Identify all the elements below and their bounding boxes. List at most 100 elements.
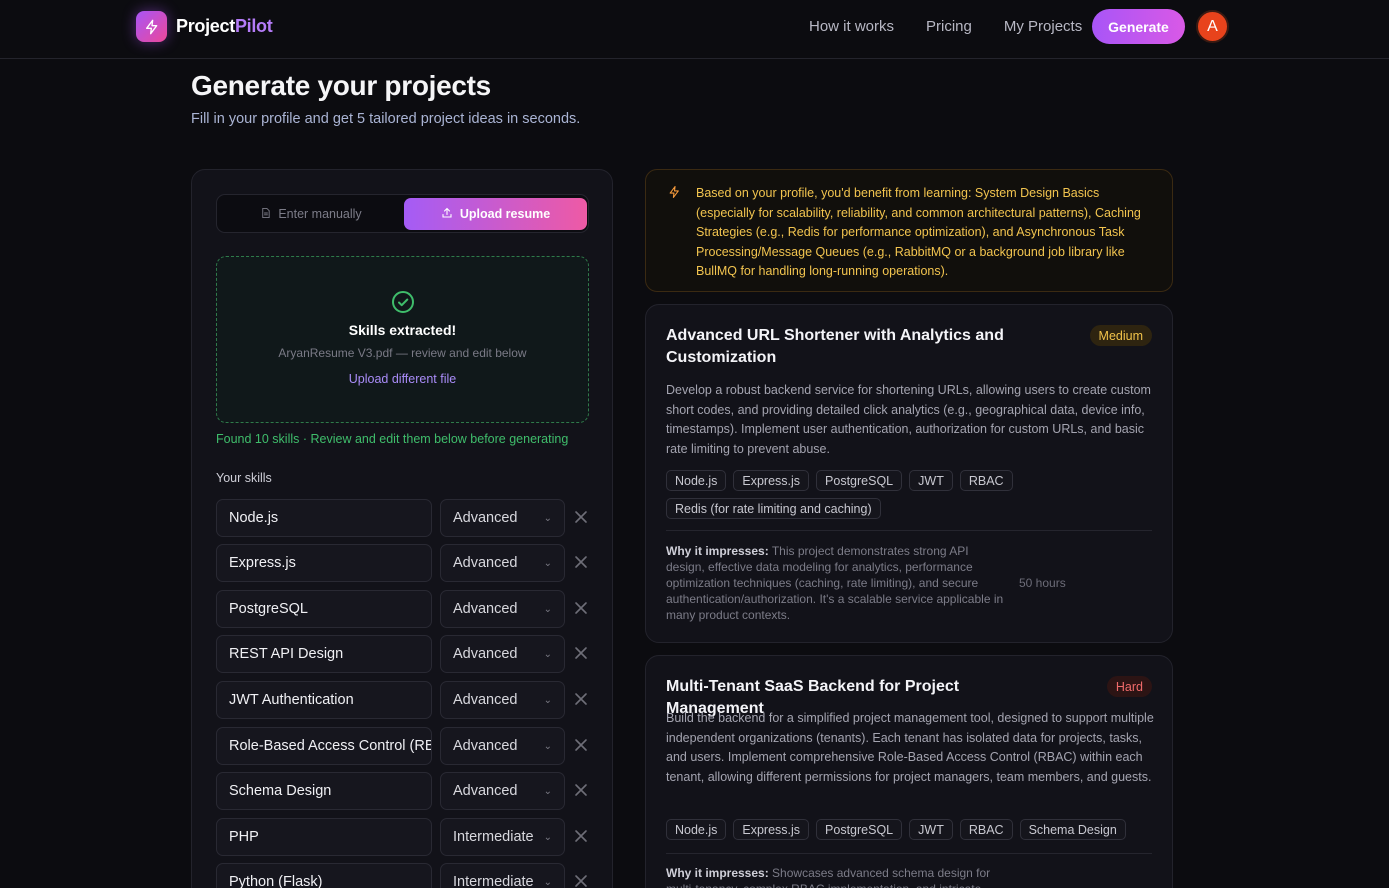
skill-level-select[interactable]: Intermediate ⌄ bbox=[440, 863, 565, 888]
close-icon[interactable] bbox=[574, 874, 588, 888]
project-description: Develop a robust backend service for sho… bbox=[666, 383, 1151, 456]
learning-suggestion-text: Based on your profile, you'd benefit fro… bbox=[696, 186, 1141, 278]
skill-row: Express.js Advanced ⌄ bbox=[216, 544, 596, 582]
why-label: Why it impresses: bbox=[666, 544, 769, 558]
resume-dropzone[interactable]: Skills extracted! AryanResume V3.pdf — r… bbox=[216, 256, 589, 423]
tech-tag: PostgreSQL bbox=[816, 470, 903, 491]
skill-level-select[interactable]: Advanced ⌄ bbox=[440, 635, 565, 673]
close-icon[interactable] bbox=[574, 601, 588, 615]
skill-name-input[interactable]: JWT Authentication bbox=[216, 681, 432, 719]
skill-level-select[interactable]: Advanced ⌄ bbox=[440, 544, 565, 582]
chevron-down-icon: ⌄ bbox=[543, 785, 552, 797]
skill-name-input[interactable]: Role-Based Access Control (RBAC) bbox=[216, 727, 432, 765]
skill-level-select[interactable]: Advanced ⌄ bbox=[440, 772, 565, 810]
skill-name-input[interactable]: PHP bbox=[216, 818, 432, 856]
skills-label: Your skills bbox=[216, 471, 272, 485]
tech-tag: Node.js bbox=[666, 470, 727, 491]
nav-link-how-it-works[interactable]: How it works bbox=[809, 18, 894, 35]
upload-icon bbox=[441, 207, 453, 222]
tech-tag: Schema Design bbox=[1019, 819, 1126, 840]
page-subtitle: Fill in your profile and get 5 tailored … bbox=[191, 111, 581, 127]
chevron-down-icon: ⌄ bbox=[543, 876, 552, 888]
skill-name-input[interactable]: PostgreSQL bbox=[216, 590, 432, 628]
logo[interactable]: ProjectPilot bbox=[136, 11, 273, 42]
skill-row: REST API Design Advanced ⌄ bbox=[216, 635, 596, 673]
skill-row: Role-Based Access Control (RBAC) Advance… bbox=[216, 727, 596, 765]
logo-text-first: Project bbox=[176, 16, 235, 36]
project-card[interactable]: Multi-Tenant SaaS Backend for Project Ma… bbox=[645, 655, 1173, 888]
tech-tag: RBAC bbox=[959, 819, 1013, 840]
learning-suggestion: Based on your profile, you'd benefit fro… bbox=[645, 169, 1173, 292]
close-icon[interactable] bbox=[574, 692, 588, 706]
difficulty-badge: Hard bbox=[1106, 676, 1152, 697]
skill-level-value: Advanced bbox=[453, 692, 518, 708]
project-description: Build the backend for a simplified proje… bbox=[666, 711, 1154, 784]
profile-panel: Enter manually Upload resume Skills extr… bbox=[191, 169, 613, 888]
divider bbox=[666, 530, 1152, 531]
chevron-down-icon: ⌄ bbox=[543, 512, 552, 524]
close-icon[interactable] bbox=[574, 829, 588, 843]
estimated-hours: 50 hours bbox=[1019, 576, 1066, 590]
tech-tag: Redis (for rate limiting and caching) bbox=[666, 498, 881, 519]
skill-row: PHP Intermediate ⌄ bbox=[216, 818, 596, 856]
tab-upload-resume[interactable]: Upload resume bbox=[404, 198, 587, 230]
skill-row: JWT Authentication Advanced ⌄ bbox=[216, 681, 596, 719]
skill-level-select[interactable]: Advanced ⌄ bbox=[440, 727, 565, 765]
check-circle-icon bbox=[391, 290, 415, 319]
skill-level-select[interactable]: Advanced ⌄ bbox=[440, 590, 565, 628]
divider bbox=[666, 853, 1152, 854]
tab-upload-resume-label: Upload resume bbox=[459, 207, 551, 221]
chevron-down-icon: ⌄ bbox=[543, 740, 552, 752]
tech-tag: JWT bbox=[909, 470, 953, 491]
tech-tag: PostgreSQL bbox=[816, 819, 903, 840]
skill-level-value: Intermediate bbox=[453, 874, 534, 888]
tech-tag: Express.js bbox=[733, 819, 810, 840]
chevron-down-icon: ⌄ bbox=[543, 557, 552, 569]
nav-links: How it works Pricing My Projects bbox=[809, 18, 1082, 35]
why-label: Why it impresses: bbox=[666, 866, 769, 880]
close-icon[interactable] bbox=[574, 555, 588, 569]
tech-tag: Node.js bbox=[666, 819, 727, 840]
skill-row: Schema Design Advanced ⌄ bbox=[216, 772, 596, 810]
tab-enter-manually-label: Enter manually bbox=[278, 207, 362, 221]
skill-name-input[interactable]: Python (Flask) bbox=[216, 863, 432, 888]
upload-status: Skills extracted! bbox=[348, 322, 457, 338]
tech-tag: JWT bbox=[909, 819, 953, 840]
project-title: Advanced URL Shortener with Analytics an… bbox=[666, 327, 1004, 366]
skill-level-select[interactable]: Advanced ⌄ bbox=[440, 681, 565, 719]
why-it-impresses: Why it impresses: This project demonstra… bbox=[666, 543, 1006, 623]
skill-level-select[interactable]: Advanced ⌄ bbox=[440, 499, 565, 537]
close-icon[interactable] bbox=[574, 510, 588, 524]
tab-enter-manually[interactable]: Enter manually bbox=[221, 198, 401, 230]
skill-level-value: Advanced bbox=[453, 555, 518, 571]
skill-level-value: Advanced bbox=[453, 738, 518, 754]
skill-name-input[interactable]: Express.js bbox=[216, 544, 432, 582]
generate-button[interactable]: Generate bbox=[1092, 9, 1185, 44]
close-icon[interactable] bbox=[574, 783, 588, 797]
nav-link-my-projects[interactable]: My Projects bbox=[1004, 18, 1082, 35]
project-card[interactable]: Advanced URL Shortener with Analytics an… bbox=[645, 304, 1173, 643]
skill-level-value: Advanced bbox=[453, 601, 518, 617]
uploaded-file-note: AryanResume V3.pdf — review and edit bel… bbox=[278, 346, 527, 360]
close-icon[interactable] bbox=[574, 646, 588, 660]
input-mode-toggle: Enter manually Upload resume bbox=[216, 194, 589, 233]
skill-level-value: Advanced bbox=[453, 510, 518, 526]
skill-name-input[interactable]: Node.js bbox=[216, 499, 432, 537]
document-icon bbox=[260, 207, 271, 222]
skill-level-value: Advanced bbox=[453, 646, 518, 662]
avatar[interactable]: A bbox=[1196, 10, 1229, 43]
chevron-down-icon: ⌄ bbox=[543, 694, 552, 706]
page-title: Generate your projects bbox=[191, 70, 491, 101]
nav-link-pricing[interactable]: Pricing bbox=[926, 18, 972, 35]
upload-different-file-link[interactable]: Upload different file bbox=[217, 372, 588, 386]
skill-level-value: Advanced bbox=[453, 783, 518, 799]
skill-level-select[interactable]: Intermediate ⌄ bbox=[440, 818, 565, 856]
skills-found-message: Found 10 skills · Review and edit them b… bbox=[216, 432, 569, 446]
skill-row: Python (Flask) Intermediate ⌄ bbox=[216, 863, 596, 888]
close-icon[interactable] bbox=[574, 738, 588, 752]
skill-name-input[interactable]: REST API Design bbox=[216, 635, 432, 673]
logo-text-second: Pilot bbox=[234, 16, 273, 36]
chevron-down-icon: ⌄ bbox=[543, 831, 552, 843]
skill-name-input[interactable]: Schema Design bbox=[216, 772, 432, 810]
chevron-down-icon: ⌄ bbox=[543, 603, 552, 615]
